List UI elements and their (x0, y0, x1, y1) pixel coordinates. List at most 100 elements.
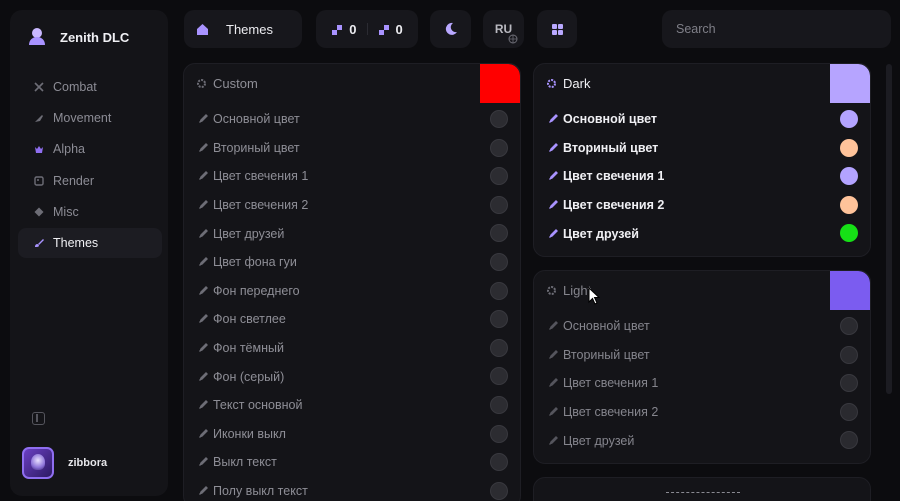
theme-card-next[interactable] (533, 477, 871, 501)
color-swatch[interactable] (490, 424, 508, 443)
color-swatch[interactable] (490, 138, 508, 157)
language-button[interactable]: RU (483, 10, 524, 48)
color-swatch[interactable] (840, 167, 858, 186)
eyedropper-icon (199, 228, 208, 238)
color-row[interactable]: Цвет свечения 1 (548, 162, 870, 191)
color-swatch[interactable] (490, 252, 508, 271)
theme-accent-swatch[interactable] (830, 64, 870, 103)
sidebar-item-render[interactable]: Render (18, 166, 162, 196)
color-row[interactable]: Цвет фона гуи (198, 248, 520, 277)
color-row-label: Фон светлее (213, 312, 286, 327)
color-swatch[interactable] (840, 431, 858, 450)
sidebar-item-movement[interactable]: Movement (18, 103, 162, 133)
color-swatch[interactable] (840, 195, 858, 214)
zenith-logo-icon (29, 28, 45, 45)
eyedropper-icon (199, 114, 208, 124)
color-row-label: Текст основной (213, 398, 303, 413)
scrollbar[interactable] (886, 64, 892, 394)
color-swatch[interactable] (840, 138, 858, 157)
eyedropper-icon (199, 400, 208, 410)
user-profile[interactable]: zibbora (22, 447, 107, 479)
color-row[interactable]: Вториный цвет (198, 134, 520, 163)
color-row-label: Выкл текст (213, 455, 277, 470)
color-row-label: Вториный цвет (563, 140, 659, 155)
color-swatch[interactable] (840, 110, 858, 128)
color-swatch[interactable] (840, 374, 858, 393)
search-input[interactable] (676, 22, 876, 36)
color-row[interactable]: Фон переднего (198, 277, 520, 306)
color-swatch[interactable] (490, 338, 508, 357)
color-row[interactable]: Цвет свечения 2 (548, 191, 870, 220)
color-row[interactable]: Вториный цвет (548, 341, 870, 370)
color-row[interactable]: Фон тёмный (198, 334, 520, 363)
counter-a[interactable]: 0 (331, 22, 357, 37)
color-swatch[interactable] (490, 310, 508, 329)
grid-view-button[interactable] (537, 10, 577, 48)
color-row-label: Цвет свечения 1 (563, 376, 659, 391)
color-row[interactable]: Цвет свечения 2 (548, 398, 870, 427)
color-swatch[interactable] (840, 317, 858, 335)
brand: Zenith DLC (26, 26, 129, 48)
sidebar-item-misc[interactable]: Misc (18, 197, 162, 227)
crossed-swords-icon (34, 82, 44, 92)
color-row[interactable]: Текст основной (198, 391, 520, 420)
sidebar-item-label: Render (53, 173, 94, 188)
color-row[interactable]: Вториный цвет (548, 134, 870, 163)
color-swatch[interactable] (490, 395, 508, 414)
theme-card-light[interactable]: Light Основной цвет Вториный цвет Цвет све… (533, 270, 871, 464)
eyedropper-icon (199, 371, 208, 381)
color-row[interactable]: Цвет свечения 1 (198, 162, 520, 191)
color-row[interactable]: Основной цвет (198, 105, 520, 134)
color-row[interactable]: Цвет свечения 2 (198, 191, 520, 220)
color-row[interactable]: Цвет друзей (548, 426, 870, 455)
color-swatch[interactable] (840, 402, 858, 421)
sidebar-item-label: Misc (53, 204, 79, 219)
theme-name: Dark (563, 76, 591, 91)
color-swatch[interactable] (840, 345, 858, 364)
color-swatch[interactable] (490, 453, 508, 472)
home-icon[interactable] (196, 23, 209, 36)
sidebar-item-alpha[interactable]: Alpha (18, 134, 162, 164)
color-row-label: Основной цвет (563, 319, 650, 334)
eyedropper-icon (199, 200, 208, 210)
eyedropper-icon (199, 428, 208, 438)
color-swatch[interactable] (490, 110, 508, 128)
theme-name: Custom (213, 76, 258, 91)
counter-b[interactable]: 0 (378, 22, 403, 37)
color-list: Основной цвет Вториный цвет Цвет свечения … (534, 310, 870, 455)
collapse-sidebar-icon[interactable] (32, 412, 45, 425)
color-row[interactable]: Цвет друзей (548, 219, 870, 248)
color-swatch[interactable] (490, 281, 508, 300)
color-row[interactable]: Фон светлее (198, 305, 520, 334)
sidebar-item-themes[interactable]: Themes (18, 227, 162, 258)
search-bar[interactable] (662, 10, 891, 48)
color-row[interactable]: Цвет свечения 1 (548, 369, 870, 398)
color-row[interactable]: Основной цвет (548, 105, 870, 134)
color-row[interactable]: Основной цвет (548, 312, 870, 341)
color-swatch[interactable] (490, 167, 508, 186)
color-swatch[interactable] (840, 224, 858, 243)
theme-card-dark[interactable]: Dark Основной цвет Вториный цвет Цвет свеч… (533, 63, 871, 257)
theme-accent-swatch[interactable] (830, 271, 870, 310)
color-swatch[interactable] (490, 481, 508, 500)
theme-name: Light (563, 283, 592, 298)
eyedropper-icon (549, 349, 558, 359)
color-row[interactable]: Выкл текст (198, 448, 520, 477)
theme-card-custom[interactable]: Custom Основной цвет Вториный цвет Цвет св… (183, 63, 521, 501)
color-swatch[interactable] (490, 195, 508, 214)
theme-toggle-button[interactable] (430, 10, 471, 48)
color-row-label: Цвет свечения 2 (563, 405, 659, 420)
color-row[interactable]: Цвет друзей (198, 219, 520, 248)
color-row[interactable]: Иконки выкл (198, 420, 520, 449)
theme-accent-swatch[interactable] (480, 64, 520, 103)
color-swatch[interactable] (490, 224, 508, 243)
color-swatch[interactable] (490, 367, 508, 386)
divider (366, 23, 368, 35)
color-row-label: Вториный цвет (563, 347, 650, 362)
sidebar-item-combat[interactable]: Combat (18, 72, 162, 102)
username: zibbora (68, 457, 108, 469)
color-row[interactable]: Фон (серый) (198, 362, 520, 391)
eyedropper-icon (199, 314, 208, 324)
color-row[interactable]: Полу выкл текст (198, 477, 520, 501)
sidebar-nav: Combat Movement Alpha Render Misc Themes (18, 72, 162, 259)
